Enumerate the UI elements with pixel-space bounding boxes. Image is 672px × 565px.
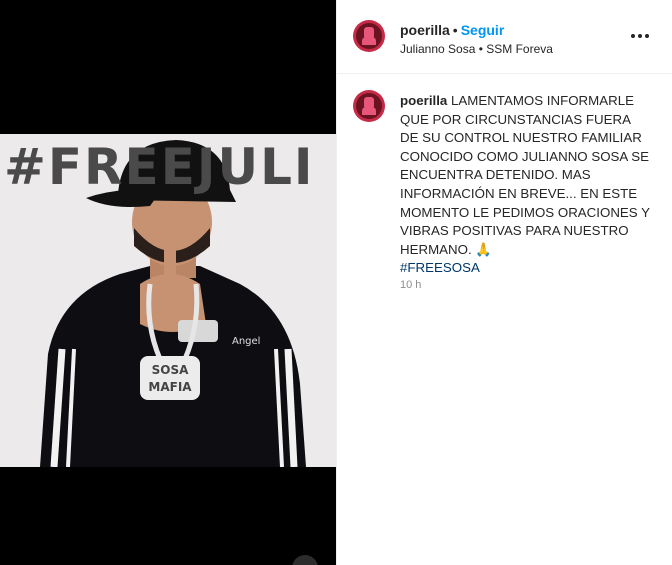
image-hashtag-text: #FREEJULI: [4, 138, 315, 196]
chain-pendant-text-top: SOSA: [152, 363, 189, 377]
follow-button[interactable]: Seguir: [461, 22, 505, 38]
shirt-print: Angel: [232, 336, 260, 347]
header-separator: •: [452, 22, 458, 38]
caption-avatar[interactable]: [353, 90, 385, 122]
post-sidebar: poerilla • Seguir Julianno Sosa • SSM Fore…: [336, 0, 672, 565]
caption-text: LAMENTAMOS INFORMARLE QUE POR CIRCUNSTAN…: [400, 93, 650, 257]
post-header: poerilla • Seguir Julianno Sosa • SSM Fore…: [337, 0, 672, 74]
more-options-icon[interactable]: [631, 26, 651, 46]
header-username[interactable]: poerilla: [400, 22, 450, 38]
avatar[interactable]: [353, 20, 385, 52]
caption-hashtag-link[interactable]: #FREESOSA: [400, 259, 650, 278]
header-user-line: poerilla • Seguir: [400, 22, 504, 40]
post-caption: poerilla LAMENTAMOS INFORMARLE QUE POR C…: [400, 92, 650, 278]
carousel-next-button[interactable]: [292, 555, 318, 565]
chain-pendant-text-bottom: MAFIA: [148, 380, 192, 394]
header-subline[interactable]: Julianno Sosa • SSM Foreva: [400, 42, 553, 56]
post-timestamp[interactable]: 10 h: [400, 279, 421, 291]
post-modal: SOSA MAFIA Angel #FREEJULI poerilla • Segu…: [0, 0, 672, 565]
post-media[interactable]: SOSA MAFIA Angel #FREEJULI: [0, 0, 336, 565]
caption-username[interactable]: poerilla: [400, 93, 447, 108]
post-photo: SOSA MAFIA Angel #FREEJULI: [0, 134, 336, 467]
